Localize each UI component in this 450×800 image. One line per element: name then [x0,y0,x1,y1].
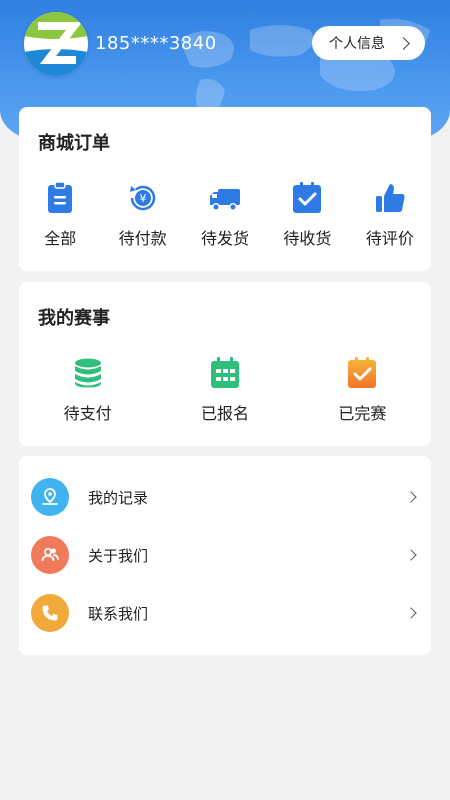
order-pending-shipment-label: 待发货 [201,229,250,248]
mall-orders-card: 商城订单 全部 ¥ 待付款 待发货 待收货 待评价 [19,107,431,271]
users-icon [31,536,69,574]
clipboard-list-icon [48,181,73,213]
menu-item-label: 我的记录 [88,488,149,507]
profile-info-label: 个人信息 [329,36,385,52]
menu-item-label: 关于我们 [88,546,149,565]
user-phone: 185****3840 [95,33,217,54]
menu-list-card: 我的记录 关于我们 联系我们 [19,456,431,655]
menu-item-about-us[interactable]: 关于我们 [19,526,431,584]
phone-icon [31,594,69,632]
chevron-right-icon [405,491,417,503]
menu-item-contact-us[interactable]: 联系我们 [19,584,431,642]
my-events-title: 我的赛事 [38,308,110,329]
order-all-button[interactable]: 全部 [19,181,101,249]
clipboard-check-icon [293,182,322,213]
menu-item-my-records[interactable]: 我的记录 [19,468,431,526]
order-all-label: 全部 [44,229,77,248]
order-pending-review-label: 待评价 [365,229,414,248]
coin-stack-icon [74,358,101,388]
order-pending-payment-button[interactable]: ¥ 待付款 [101,181,183,249]
order-pending-receipt-button[interactable]: 待收货 [266,181,348,249]
event-completed-button[interactable]: 已完赛 [294,356,431,424]
my-events-card: 我的赛事 待支付 已报名 已完赛 [19,282,431,446]
event-registered-label: 已报名 [200,404,249,423]
order-pending-review-button[interactable]: 待评价 [349,181,431,249]
mall-orders-title: 商城订单 [38,133,110,154]
order-pending-shipment-button[interactable]: 待发货 [184,181,266,249]
event-pending-payment-button[interactable]: 待支付 [19,356,156,424]
event-registered-button[interactable]: 已报名 [156,356,293,424]
chevron-right-icon [397,36,410,50]
event-completed-label: 已完赛 [338,404,387,423]
z-logo-icon [24,12,88,76]
profile-info-button[interactable]: 个人信息 [312,26,425,60]
truck-icon [210,189,241,211]
svg-text:¥: ¥ [139,192,146,205]
order-pending-receipt-label: 待收货 [283,229,332,248]
location-pin-icon [31,478,69,516]
chevron-right-icon [405,549,417,561]
calendar-icon [210,357,239,388]
thumbs-up-icon [375,184,405,212]
yen-coin-icon: ¥ [129,185,155,211]
clipboard-check-orange-icon [348,357,377,388]
event-pending-payment-label: 待支付 [63,404,112,423]
menu-item-label: 联系我们 [88,604,149,623]
chevron-right-icon [405,607,417,619]
order-pending-payment-label: 待付款 [118,229,167,248]
